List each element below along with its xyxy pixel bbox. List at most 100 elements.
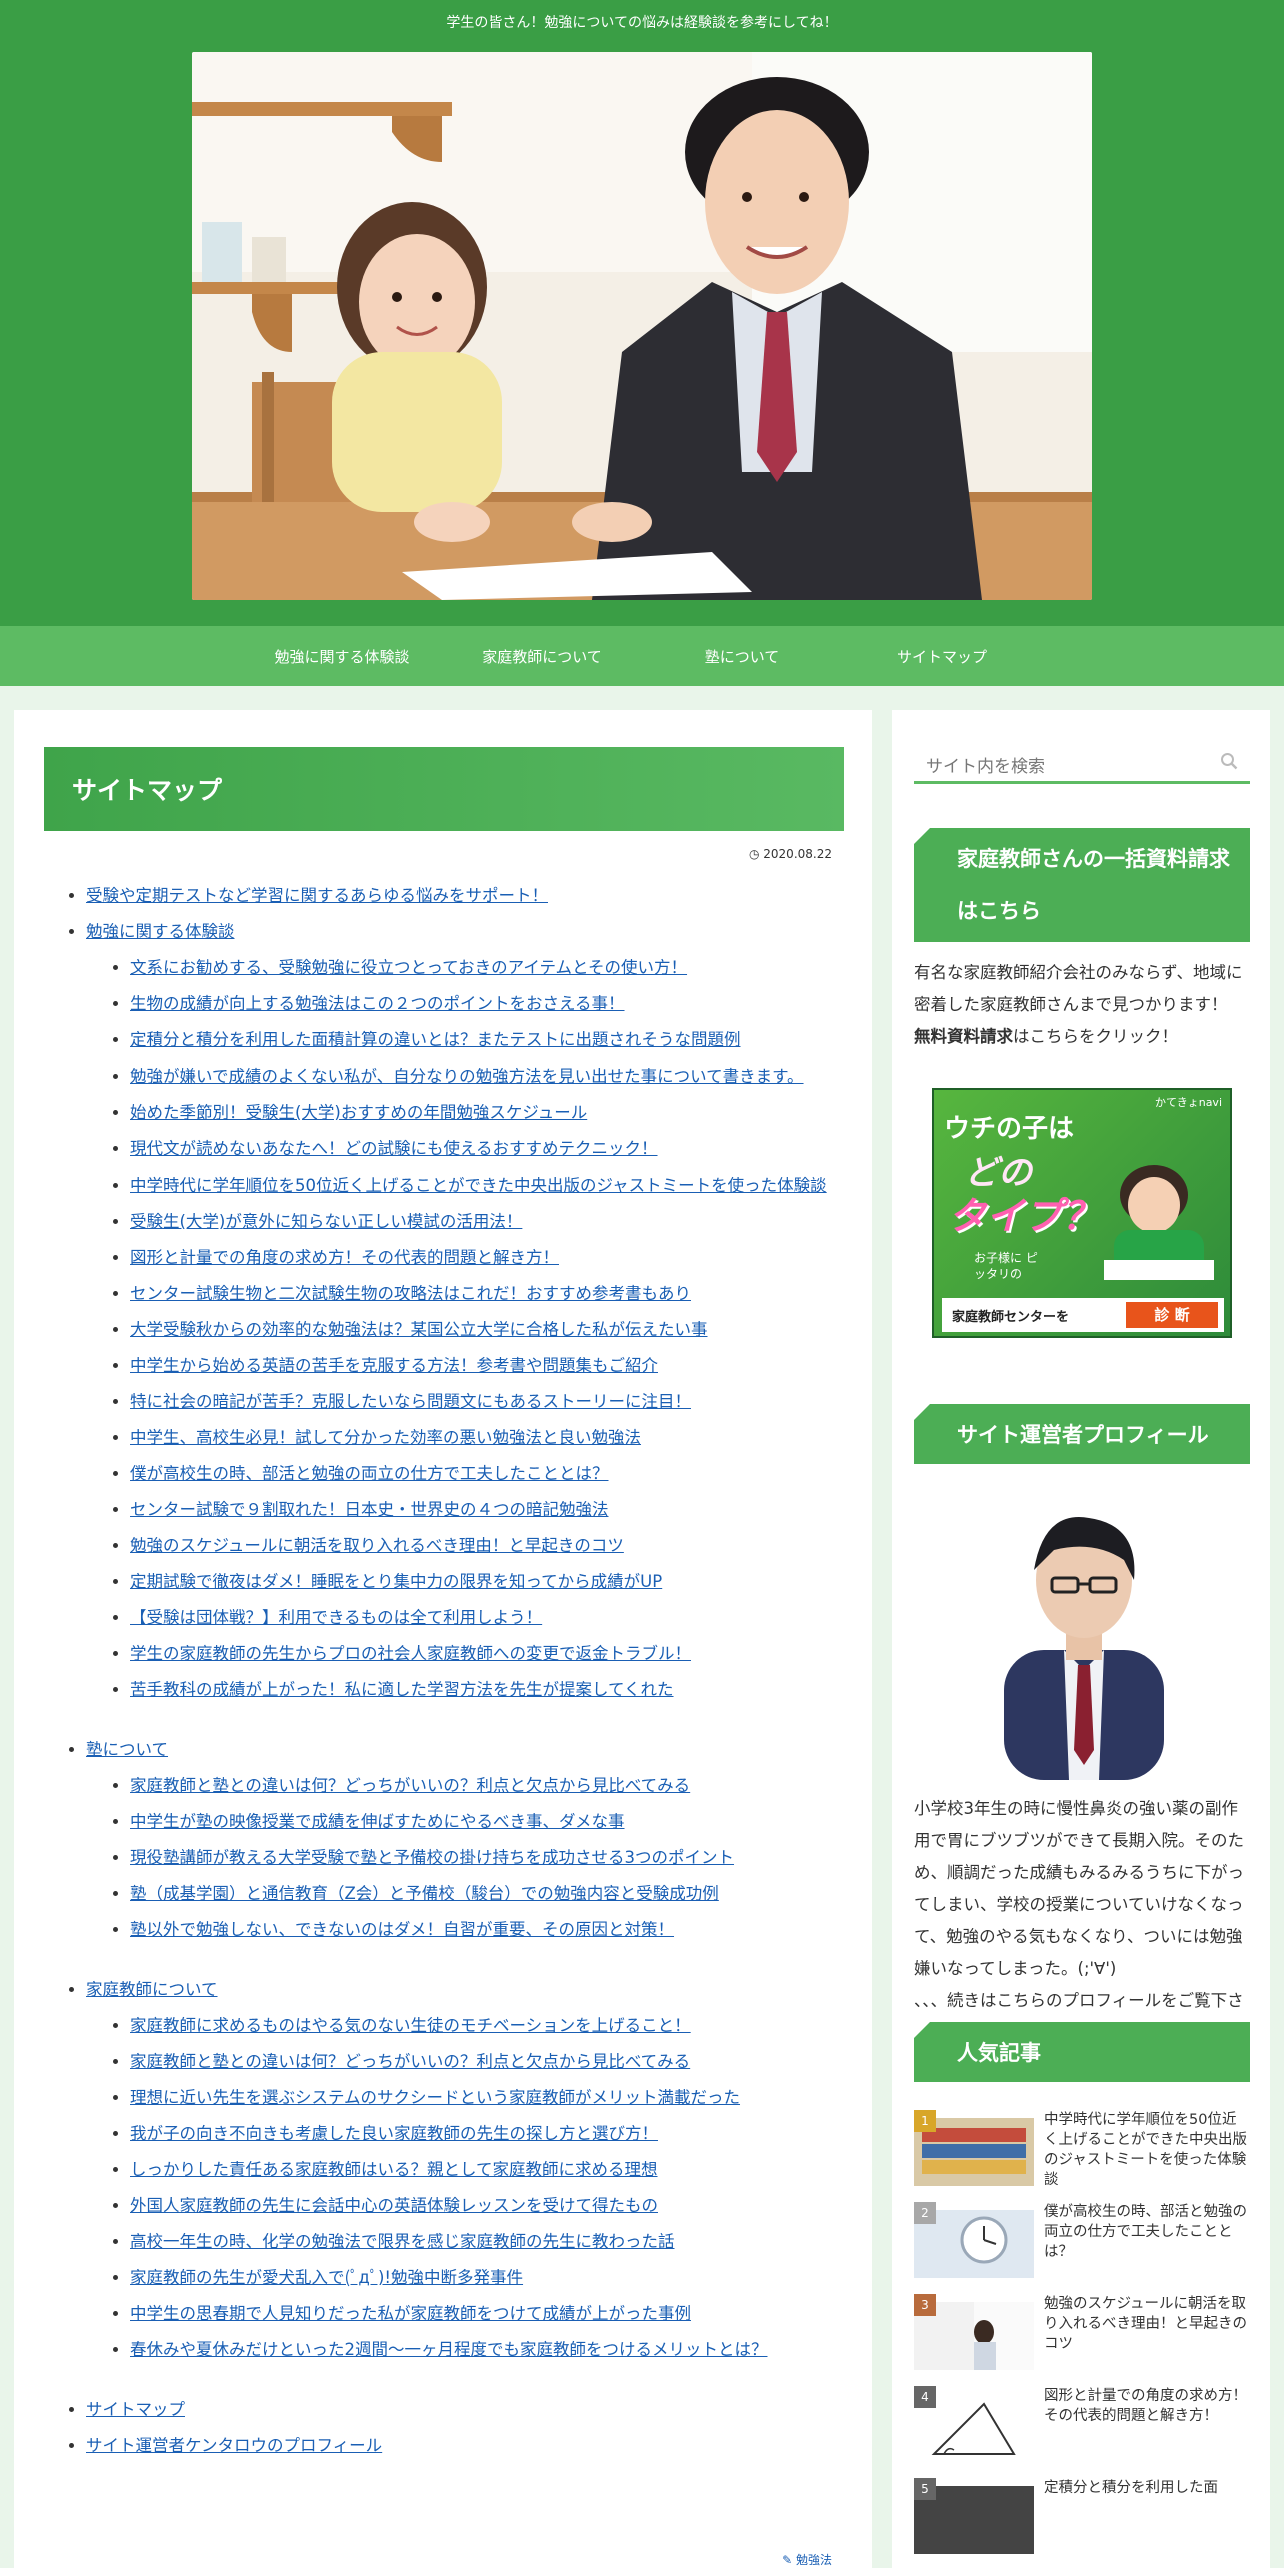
sitemap-category-link[interactable]: 塾について — [86, 1740, 168, 1759]
sitemap-category-link[interactable]: 家庭教師について — [86, 1980, 218, 1999]
sitemap-link[interactable]: 塾以外で勉強しない、できないのはダメ！自習が重要、その原因と対策！ — [130, 1920, 674, 1939]
sitemap-link[interactable]: 大学受験秋からの効率的な勉強法は？某国公立大学に合格した私が伝えたい事 — [130, 1320, 708, 1339]
sitemap-link[interactable]: センター試験生物と二次試験生物の攻略法はこれだ！おすすめ参考書もあり — [130, 1284, 691, 1303]
sitemap-link[interactable]: 中学生、高校生必見！試して分かった効率の悪い勉強法と良い勉強法 — [130, 1428, 641, 1447]
popular-post-item[interactable]: 1 中学時代に学年順位を50位近く上げることができた中央出版のジャストミートを使… — [914, 2110, 1250, 2190]
tutor-banner-ad[interactable]: かてきょnavi ウチの子は どの タイプ？ お子様に ピッタリの 家庭教師セン… — [932, 1088, 1232, 1338]
popular-post-item[interactable]: 2 僕が高校生の時、部活と勉強の両立の仕方で工夫したこととは？ — [914, 2202, 1250, 2282]
nav-item-cram-school[interactable]: 塾について — [642, 646, 842, 667]
profile-description: 小学校3年生の時に慢性鼻炎の強い薬の副作用で胃にブツブツができて長期入院。そのた… — [914, 1793, 1250, 2049]
list-item: 外国人家庭教師の先生に会話中心の英語体験レッスンを受けて得たもの — [130, 2188, 844, 2224]
sitemap-link[interactable]: 中学生から始める英語の苦手を克服する方法！参考書や問題集もご紹介 — [130, 1356, 658, 1375]
popular-post-title: 図形と計量での角度の求め方！その代表的問題と解き方！ — [1044, 2388, 1247, 2424]
sitemap-link[interactable]: 受験や定期テストなど学習に関するあらゆる悩みをサポート！ — [86, 886, 548, 905]
widget-title-tutor-request: 家庭教師さんの一括資料請求はこちら — [914, 828, 1250, 942]
sitemap-link[interactable]: 中学時代に学年順位を50位近く上げることができた中央出版のジャストミートを使った… — [130, 1176, 827, 1195]
sitemap-link[interactable]: サイトマップ — [86, 2400, 185, 2419]
sitemap-link[interactable]: 家庭教師と塾との違いは何？どっちがいいの？利点と欠点から見比べてみる — [130, 1776, 690, 1795]
sitemap-link[interactable]: 図形と計量での角度の求め方！その代表的問題と解き方！ — [130, 1248, 559, 1267]
rank-badge: 2 — [914, 2202, 936, 2224]
post-date: ◷ 2020.08.22 — [749, 847, 832, 861]
sitemap-link[interactable]: 中学生が塾の映像授業で成績を伸ばすためにやるべき事、ダメな事 — [130, 1812, 625, 1831]
sitemap-link[interactable]: 現代文が読めないあなたへ！どの試験にも使えるおすすめテクニック！ — [130, 1139, 658, 1158]
popular-post-title: 定積分と積分を利用した面 — [1044, 2480, 1218, 2496]
rank-badge: 3 — [914, 2294, 936, 2316]
widget-title-text: サイト運営者プロフィール — [957, 1423, 1209, 1447]
pencil-icon: ✎ — [782, 2553, 793, 2567]
list-item: サイト運営者ケンタロウのプロフィール — [86, 2428, 844, 2464]
popular-post-item[interactable]: 5 定積分と積分を利用した面 — [914, 2478, 1250, 2558]
list-item: 僕が高校生の時、部活と勉強の両立の仕方で工夫したこととは？ — [130, 1456, 844, 1492]
list-item: 中学生から始める英語の苦手を克服する方法！参考書や問題集もご紹介 — [130, 1348, 844, 1384]
sitemap-link[interactable]: 家庭教師と塾との違いは何？どっちがいいの？利点と欠点から見比べてみる — [130, 2052, 690, 2071]
sitemap-link[interactable]: 外国人家庭教師の先生に会話中心の英語体験レッスンを受けて得たもの — [130, 2196, 658, 2215]
list-item: 塾について 家庭教師と塾との違いは何？どっちがいいの？利点と欠点から見比べてみる… — [86, 1732, 844, 1948]
sitemap-link[interactable]: 家庭教師の先生が愛犬乱入で(ﾟдﾟ)!勉強中断多発事件 — [130, 2268, 523, 2287]
list-item: 塾（成基学園）と通信教育（Z会）と予備校（駿台）での勉強内容と受験成功例 — [130, 1876, 844, 1912]
list-item: 受験生(大学)が意外に知らない正しい模試の活用法！ — [130, 1204, 844, 1240]
diagnose-button[interactable]: 診 断 — [1126, 1302, 1218, 1328]
list-item: 家庭教師に求めるものはやる気のない生徒のモチベーションを上げること！ — [130, 2008, 844, 2044]
list-item: 春休みや夏休みだけといった2週間〜一ヶ月程度でも家庭教師をつけるメリットとは？ — [130, 2332, 844, 2368]
page-title: サイトマップ — [72, 776, 223, 805]
sitemap-link[interactable]: 勉強のスケジュールに朝活を取り入れるべき理由！と早起きのコツ — [130, 1536, 624, 1555]
sitemap-link[interactable]: 【受験は団体戦？】利用できるものは全て利用しよう！ — [130, 1608, 542, 1627]
list-item: 受験や定期テストなど学習に関するあらゆる悩みをサポート！ — [86, 878, 844, 914]
list-item: 理想に近い先生を選ぶシステムのサクシードという家庭教師がメリット満載だった — [130, 2080, 844, 2116]
sitemap-link[interactable]: 文系にお勧めする、受験勉強に役立つとっておきのアイテムとその使い方！ — [130, 958, 687, 977]
sitemap-link[interactable]: 定積分と積分を利用した面積計算の違いとは？またテストに出題されそうな問題例 — [130, 1030, 741, 1049]
list-item: 家庭教師と塾との違いは何？どっちがいいの？利点と欠点から見比べてみる — [130, 1768, 844, 1804]
banner-cta-bar: 家庭教師センターを 診 断 — [942, 1298, 1224, 1332]
banner-brand: かてきょnavi — [1155, 1096, 1222, 1109]
sitemap-link[interactable]: しっかりした責任ある家庭教師はいる？親として家庭教師に求める理想 — [130, 2160, 658, 2179]
sitemap-link[interactable]: 我が子の向き不向きも考慮した良い家庭教師の先生の探し方と選び方！ — [130, 2124, 658, 2143]
list-item: 勉強に関する体験談 文系にお勧めする、受験勉強に役立つとっておきのアイテムとその… — [86, 914, 844, 1708]
sitemap-link[interactable]: 特に社会の暗記が苦手？克服したいなら問題文にもあるストーリーに注目！ — [130, 1392, 691, 1411]
tutor-request-tail: はこちらをクリック！ — [1013, 1027, 1178, 1046]
sitemap-link[interactable]: 中学生の思春期で人見知りだった私が家庭教師をつけて成績が上がった事例 — [130, 2304, 691, 2323]
rank-badge: 1 — [914, 2110, 936, 2132]
list-item: 現役塾講師が教える大学受験で塾と予備校の掛け持ちを成功させる3つのポイント — [130, 1840, 844, 1876]
list-item: センター試験生物と二次試験生物の攻略法はこれだ！おすすめ参考書もあり — [130, 1276, 844, 1312]
sitemap-link[interactable]: 生物の成績が向上する勉強法はこの２つのポイントをおさえる事！ — [130, 994, 625, 1013]
list-item: 特に社会の暗記が苦手？克服したいなら問題文にもあるストーリーに注目！ — [130, 1384, 844, 1420]
main-content: サイトマップ ◷ 2020.08.22 受験や定期テストなど学習に関するあらゆる… — [14, 710, 872, 2568]
sitemap-category-link[interactable]: 勉強に関する体験談 — [86, 922, 235, 941]
popular-post-item[interactable]: 3 勉強のスケジュールに朝活を取り入れるべき理由！と早起きのコツ — [914, 2294, 1250, 2374]
sitemap-link[interactable]: 理想に近い先生を選ぶシステムのサクシードという家庭教師がメリット満載だった — [130, 2088, 740, 2107]
list-item: 始めた季節別！受験生(大学)おすすめの年間勉強スケジュール — [130, 1095, 844, 1131]
profile-text: 小学校3年生の時に慢性鼻炎の強い薬の副作用で胃にブツブツができて長期入院。そのた… — [914, 1799, 1244, 1978]
list-item: センター試験で９割取れた！日本史・世界史の４つの暗記勉強法 — [130, 1492, 844, 1528]
list-item: 生物の成績が向上する勉強法はこの２つのポイントをおさえる事！ — [130, 986, 844, 1022]
sitemap-link[interactable]: 定期試験で徹夜はダメ！睡眠をとり集中力の限界を知ってから成績がUP — [130, 1572, 662, 1591]
widget-title-profile: サイト運営者プロフィール — [914, 1404, 1250, 1464]
sitemap-link[interactable]: 家庭教師に求めるものはやる気のない生徒のモチベーションを上げること！ — [130, 2016, 691, 2035]
site-tagline: 学生の皆さん！勉強についての悩みは経験談を参考にしてね！ — [446, 15, 838, 31]
sitemap-link[interactable]: 僕が高校生の時、部活と勉強の両立の仕方で工夫したこととは？ — [130, 1464, 609, 1483]
sitemap-link[interactable]: 高校一年生の時、化学の勉強法で限界を感じ家庭教師の先生に教わった話 — [130, 2232, 675, 2251]
search-icon[interactable] — [1220, 752, 1238, 770]
search-input[interactable]: サイト内を検索 — [914, 740, 1250, 784]
list-item: 中学時代に学年順位を50位近く上げることができた中央出版のジャストミートを使った… — [130, 1167, 844, 1204]
sitemap-link[interactable]: 現役塾講師が教える大学受験で塾と予備校の掛け持ちを成功させる3つのポイント — [130, 1848, 734, 1867]
header-hero-image[interactable] — [192, 52, 1092, 600]
sitemap-link[interactable]: 始めた季節別！受験生(大学)おすすめの年間勉強スケジュール — [130, 1103, 587, 1122]
nav-item-home-tutor[interactable]: 家庭教師について — [442, 646, 642, 667]
sitemap-link[interactable]: 苦手教科の成績が上がった！私に適した学習方法を先生が提案してくれた — [130, 1680, 674, 1699]
profile-avatar — [1004, 1517, 1164, 1780]
sitemap-link[interactable]: 学生の家庭教師の先生からプロの社会人家庭教師への変更で返金トラブル！ — [130, 1644, 691, 1663]
sitemap-link[interactable]: センター試験で９割取れた！日本史・世界史の４つの暗記勉強法 — [130, 1500, 609, 1519]
sitemap-link[interactable]: サイト運営者ケンタロウのプロフィール — [86, 2436, 382, 2455]
sitemap-link[interactable]: 勉強が嫌いで成績のよくない私が、自分なりの勉強方法を見い出せた事について書きます… — [130, 1067, 804, 1086]
nav-item-sitemap[interactable]: サイトマップ — [842, 646, 1042, 667]
popular-post-title: 僕が高校生の時、部活と勉強の両立の仕方で工夫したこととは？ — [1044, 2204, 1247, 2260]
list-item: 定期試験で徹夜はダメ！睡眠をとり集中力の限界を知ってから成績がUP — [130, 1564, 844, 1600]
nav-item-study-experience[interactable]: 勉強に関する体験談 — [242, 646, 442, 667]
popular-post-item[interactable]: 4 図形と計量での角度の求め方！その代表的問題と解き方！ — [914, 2386, 1250, 2466]
list-item: 中学生、高校生必見！試して分かった効率の悪い勉強法と良い勉強法 — [130, 1420, 844, 1456]
list-item: 大学受験秋からの効率的な勉強法は？某国公立大学に合格した私が伝えたい事 — [130, 1312, 844, 1348]
post-category[interactable]: ✎ 勉強法 — [782, 2551, 832, 2568]
sitemap-link[interactable]: 春休みや夏休みだけといった2週間〜一ヶ月程度でも家庭教師をつけるメリットとは？ — [130, 2340, 768, 2359]
sitemap-link[interactable]: 塾（成基学園）と通信教育（Z会）と予備校（駿台）での勉強内容と受験成功例 — [130, 1884, 719, 1903]
sitemap-link[interactable]: 受験生(大学)が意外に知らない正しい模試の活用法！ — [130, 1212, 522, 1231]
